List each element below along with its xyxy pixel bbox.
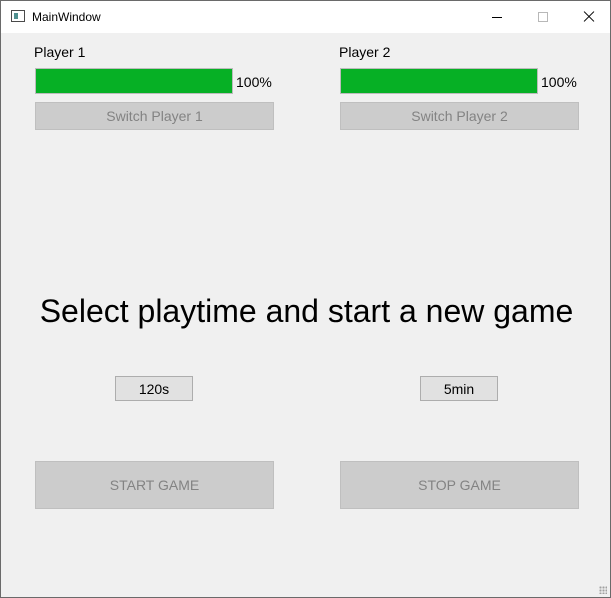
start-game-button[interactable]: START GAME bbox=[35, 461, 274, 509]
player-2-progress-text: 100% bbox=[541, 74, 577, 90]
switch-player-1-button[interactable]: Switch Player 1 bbox=[35, 102, 274, 130]
switch-player-2-button[interactable]: Switch Player 2 bbox=[340, 102, 579, 130]
playtime-5min-button[interactable]: 5min bbox=[420, 376, 498, 401]
player-1-progress-bar bbox=[35, 68, 233, 94]
player-1-progress-text: 100% bbox=[236, 74, 272, 90]
maximize-button[interactable] bbox=[520, 1, 566, 33]
player-1-progress-fill bbox=[36, 69, 232, 93]
headline: Select playtime and start a new game bbox=[39, 293, 574, 329]
window-title: MainWindow bbox=[32, 10, 101, 24]
playtime-120s-button[interactable]: 120s bbox=[115, 376, 193, 401]
player-2-label: Player 2 bbox=[339, 44, 391, 60]
stop-game-button[interactable]: STOP GAME bbox=[340, 461, 579, 509]
close-button[interactable] bbox=[566, 1, 611, 33]
title-bar[interactable]: MainWindow bbox=[1, 1, 610, 33]
player-2-progress-bar bbox=[340, 68, 538, 94]
resize-grip[interactable] bbox=[599, 586, 607, 594]
window-icon bbox=[11, 10, 25, 22]
main-window: MainWindow Player 1 100% Switch Player 1… bbox=[0, 0, 611, 598]
player-1-label: Player 1 bbox=[34, 44, 86, 60]
minimize-button[interactable] bbox=[474, 1, 520, 33]
player-2-progress-fill bbox=[341, 69, 537, 93]
